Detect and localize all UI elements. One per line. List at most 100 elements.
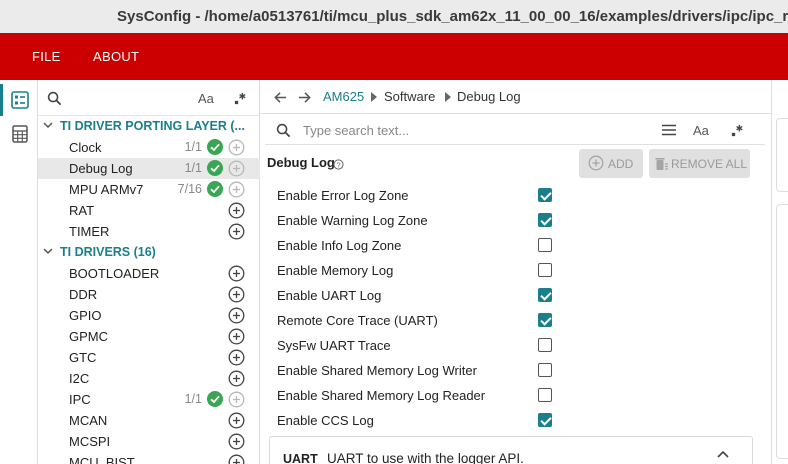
menu-file[interactable]: FILE <box>32 49 61 64</box>
regex-icon[interactable] <box>729 122 745 138</box>
config-option-checkbox[interactable] <box>538 213 552 227</box>
module-title: Debug Log <box>267 155 335 170</box>
config-option-row: Enable Shared Memory Log Writer <box>277 358 557 383</box>
config-option-checkbox[interactable] <box>538 338 552 352</box>
config-search-input[interactable]: Type search text... <box>303 123 409 138</box>
tree-item-label: I2C <box>69 371 90 386</box>
tree-item[interactable]: Clock 1/1 <box>38 137 260 158</box>
tree-group[interactable]: TI DRIVER PORTING LAYER (... <box>38 116 260 137</box>
configuration-view-button[interactable] <box>0 84 32 116</box>
menu-bar: FILE ABOUT <box>0 33 788 80</box>
add-circle-icon[interactable] <box>228 160 245 177</box>
add-circle-icon[interactable] <box>228 202 245 219</box>
config-option-label: Enable Info Log Zone <box>277 238 402 253</box>
tree-item[interactable]: TIMER <box>38 221 260 242</box>
tree-item-label: Clock <box>69 140 102 155</box>
config-option-checkbox[interactable] <box>538 188 552 202</box>
chevron-up-icon[interactable] <box>716 449 730 459</box>
add-circle-icon[interactable] <box>228 286 245 303</box>
uart-instance-card[interactable]: UART UART to use with the logger API. <box>269 436 753 464</box>
config-option-row: Remote Core Trace (UART) <box>277 308 557 333</box>
config-option-checkbox[interactable] <box>538 288 552 302</box>
tree-item-label: GPIO <box>69 308 102 323</box>
tree-item-label: MCAN <box>69 413 108 428</box>
search-icon <box>275 122 291 138</box>
tree-item-label: GTC <box>69 350 97 365</box>
window-title: SysConfig - /home/a0513761/ti/mcu_plus_s… <box>0 0 788 33</box>
tree-item[interactable]: MCSPI <box>38 431 260 452</box>
tree-item-label: DDR <box>69 287 98 302</box>
tree-item[interactable]: RAT <box>38 200 260 221</box>
add-circle-icon[interactable] <box>228 181 245 198</box>
config-option-row: Enable UART Log <box>277 283 557 308</box>
match-case-toggle[interactable]: Aa <box>693 123 709 138</box>
tree-item[interactable]: MCU_BIST <box>38 452 260 464</box>
tree-item[interactable]: GPIO <box>38 305 260 326</box>
regex-icon[interactable] <box>232 90 248 106</box>
add-circle-icon[interactable] <box>228 307 245 324</box>
tree-item[interactable]: BOOTLOADER <box>38 263 260 284</box>
tree-item[interactable]: DDR <box>38 284 260 305</box>
tree-item-count: 1/1 <box>184 161 202 175</box>
tree-item-label: RAT <box>69 203 95 218</box>
tree-item[interactable]: Debug Log 1/1 <box>38 158 260 179</box>
config-option-label: Remote Core Trace (UART) <box>277 313 438 328</box>
back-arrow-icon[interactable] <box>272 89 288 105</box>
tree-item[interactable]: GPMC <box>38 326 260 347</box>
config-search: Type search text... Aa <box>265 115 765 145</box>
add-circle-icon[interactable] <box>228 223 245 240</box>
tree-item[interactable]: MCAN <box>38 410 260 431</box>
config-option-checkbox[interactable] <box>538 313 552 327</box>
add-circle-icon[interactable] <box>228 139 245 156</box>
config-option-row: Enable Memory Log <box>277 258 557 283</box>
tree-group[interactable]: TI DRIVERS (16) <box>38 242 260 263</box>
config-option-checkbox[interactable] <box>538 238 552 252</box>
tree-group-label: TI DRIVER PORTING LAYER (... <box>60 119 245 133</box>
list-filter-icon[interactable] <box>661 123 677 137</box>
config-option-row: Enable Shared Memory Log Reader <box>277 383 557 408</box>
remove-all-button[interactable]: REMOVE ALL <box>649 149 750 178</box>
add-circle-icon[interactable] <box>228 454 245 464</box>
add-circle-icon[interactable] <box>228 370 245 387</box>
tree-item-label: Debug Log <box>69 161 133 176</box>
tree-item-label: MPU ARMv7 <box>69 182 144 197</box>
breadcrumb: AM625 Software Debug Log <box>261 80 771 114</box>
add-circle-icon[interactable] <box>228 433 245 450</box>
config-option-row: Enable Error Log Zone <box>277 183 557 208</box>
config-option-checkbox[interactable] <box>538 363 552 377</box>
config-option-label: Enable Shared Memory Log Reader <box>277 388 486 403</box>
chevron-down-icon[interactable] <box>42 119 54 134</box>
config-option-checkbox[interactable] <box>538 413 552 427</box>
add-circle-icon[interactable] <box>228 412 245 429</box>
tree-item[interactable]: GTC <box>38 347 260 368</box>
menu-about[interactable]: ABOUT <box>93 49 139 64</box>
match-case-toggle[interactable]: Aa <box>198 91 214 106</box>
check-circle-icon <box>207 160 223 176</box>
tree-item[interactable]: MPU ARMv7 7/16 <box>38 179 260 200</box>
config-option-checkbox[interactable] <box>538 263 552 277</box>
add-button[interactable]: ADD <box>579 149 643 178</box>
list-view-icon <box>11 91 29 109</box>
remove-all-button-label: REMOVE ALL <box>671 157 748 171</box>
sidebar-search[interactable]: Aa <box>38 80 260 116</box>
breadcrumb-separator-icon <box>371 90 377 105</box>
add-circle-icon[interactable] <box>228 328 245 345</box>
right-panel-card <box>776 118 788 192</box>
uart-instance-name: UART <box>283 452 318 464</box>
help-icon[interactable]: ? <box>333 157 344 175</box>
breadcrumb-device[interactable]: AM625 <box>323 89 364 104</box>
add-circle-icon[interactable] <box>228 391 245 408</box>
tree-item-label: MCU_BIST <box>69 455 135 464</box>
check-circle-icon <box>207 391 223 407</box>
chevron-down-icon[interactable] <box>42 245 54 260</box>
tree-group-label: TI DRIVERS (16) <box>60 245 156 259</box>
tree-item[interactable]: I2C <box>38 368 260 389</box>
add-circle-icon[interactable] <box>228 265 245 282</box>
add-circle-icon[interactable] <box>228 349 245 366</box>
forward-arrow-icon[interactable] <box>296 89 312 105</box>
calculator-view-button[interactable] <box>8 122 32 146</box>
breadcrumb-section[interactable]: Software <box>384 89 435 104</box>
config-option-checkbox[interactable] <box>538 388 552 402</box>
config-option-label: Enable Memory Log <box>277 263 394 278</box>
tree-item[interactable]: IPC 1/1 <box>38 389 260 410</box>
